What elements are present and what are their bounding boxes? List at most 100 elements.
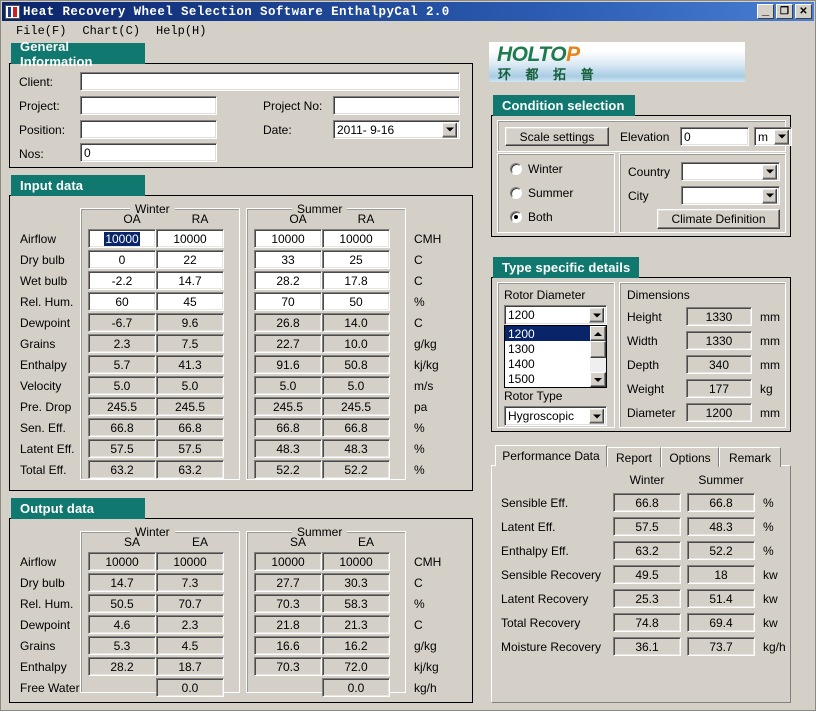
input-cell[interactable]: 25: [322, 250, 390, 269]
dimension-label: Width: [627, 334, 658, 348]
input-cell: 9.6: [156, 313, 224, 332]
output-cell: 14.7: [88, 573, 156, 592]
performance-cell-winter: 74.8: [613, 613, 681, 632]
dimension-value: 1200: [686, 403, 752, 422]
country-select[interactable]: [681, 162, 780, 181]
elevation-unit-select[interactable]: m: [754, 127, 792, 146]
input-cell[interactable]: 60: [88, 292, 156, 311]
radio-winter-label: Winter: [528, 162, 563, 176]
climate-definition-button[interactable]: Climate Definition: [657, 209, 780, 229]
rotor-diameter-option[interactable]: 1200: [505, 326, 590, 341]
menu-item-chart[interactable]: Chart(C): [75, 23, 147, 39]
project-no-input[interactable]: [333, 96, 460, 115]
input-cell: 50.8: [322, 355, 390, 374]
radio-summer[interactable]: Summer: [510, 186, 573, 200]
performance-row-label: Latent Eff.: [501, 520, 556, 534]
scroll-up-button[interactable]: [590, 326, 606, 341]
output-row-label: Rel. Hum.: [20, 597, 74, 611]
nos-label: Nos:: [19, 147, 44, 161]
chevron-down-icon[interactable]: [442, 122, 457, 137]
input-cell[interactable]: 22: [156, 250, 224, 269]
input-col-winter-ra: RA: [191, 212, 209, 226]
menu-item-file[interactable]: File(F): [9, 23, 73, 39]
input-cell[interactable]: 10000: [254, 229, 322, 248]
performance-row-label: Sensible Eff.: [501, 496, 569, 510]
input-row-unit: CMH: [414, 232, 442, 246]
dropdown-scrollbar[interactable]: [590, 326, 606, 387]
performance-cell-winter: 66.8: [613, 493, 681, 512]
performance-col-summer: Summer: [698, 473, 744, 487]
nos-input[interactable]: 0: [80, 143, 217, 162]
elevation-input[interactable]: 0: [680, 127, 749, 146]
output-data-panel: Winter Summer SA EA SA EA Airflow 10000 10…: [9, 518, 473, 703]
chevron-down-icon[interactable]: [762, 164, 777, 179]
input-cell: 66.8: [254, 418, 322, 437]
radio-winter[interactable]: Winter: [510, 162, 563, 176]
close-button[interactable]: ✕: [795, 4, 812, 19]
logo-text-en-accent: P: [566, 43, 580, 66]
chevron-down-icon[interactable]: [589, 408, 604, 424]
performance-row-label: Enthalpy Eff.: [501, 544, 569, 558]
input-cell[interactable]: -2.2: [88, 271, 156, 290]
type-specific-details-panel: Rotor Diameter 1200 1200 1300 1400 1500 Rot…: [491, 277, 791, 432]
rotor-diameter-option[interactable]: 1500: [505, 371, 590, 386]
input-cell[interactable]: 0: [88, 250, 156, 269]
scale-settings-button[interactable]: Scale settings: [505, 127, 609, 146]
performance-cell-winter: 49.5: [613, 565, 681, 584]
date-picker[interactable]: 2011- 9-16: [333, 120, 460, 139]
input-col-winter-oa: OA: [123, 212, 141, 226]
position-input[interactable]: [80, 120, 217, 139]
tab-remark[interactable]: Remark: [719, 447, 781, 467]
output-cell: 72.0: [322, 657, 390, 676]
input-cell[interactable]: 28.2: [254, 271, 322, 290]
input-row-unit: %: [414, 421, 425, 435]
output-cell: 16.2: [322, 636, 390, 655]
performance-row-label: Latent Recovery: [501, 592, 589, 606]
input-cell[interactable]: 45: [156, 292, 224, 311]
city-select[interactable]: [681, 186, 780, 205]
chevron-down-icon[interactable]: [774, 129, 789, 144]
rotor-diameter-select[interactable]: 1200: [504, 305, 607, 325]
output-cell: 10000: [156, 552, 224, 571]
maximize-button[interactable]: ❐: [776, 4, 793, 19]
input-cell[interactable]: 33: [254, 250, 322, 269]
output-row-unit: C: [414, 576, 423, 590]
performance-row-label: Sensible Recovery: [501, 568, 602, 582]
input-cell[interactable]: 70: [254, 292, 322, 311]
input-row-unit: %: [414, 463, 425, 477]
input-row-unit: pa: [414, 400, 428, 414]
radio-both[interactable]: Both: [510, 210, 553, 224]
input-cell[interactable]: 10000: [88, 229, 156, 248]
chevron-down-icon[interactable]: [762, 188, 777, 203]
input-cell: 52.2: [322, 460, 390, 479]
rotor-type-select[interactable]: Hygroscopic: [504, 406, 607, 426]
input-row-unit: m/s: [414, 379, 434, 393]
chevron-down-icon[interactable]: [589, 307, 604, 323]
logo-text-en-main: HOLTO: [497, 43, 567, 66]
input-cell[interactable]: 10000: [322, 229, 390, 248]
client-input[interactable]: [80, 72, 460, 91]
minimize-button[interactable]: _: [757, 3, 774, 19]
input-cell[interactable]: 17.8: [322, 271, 390, 290]
input-col-summer-ra: RA: [357, 212, 375, 226]
tab-report[interactable]: Report: [607, 447, 661, 467]
menu-item-help[interactable]: Help(H): [149, 23, 213, 39]
tab-performance-data[interactable]: Performance Data: [495, 445, 607, 467]
radio-summer-indicator: [510, 187, 522, 199]
scrollbar-thumb[interactable]: [590, 341, 606, 358]
output-row-unit: kj/kg: [414, 660, 439, 674]
project-input[interactable]: [80, 96, 217, 115]
input-cell[interactable]: 10000: [156, 229, 224, 248]
rotor-diameter-dropdown-list[interactable]: 1200 1300 1400 1500: [504, 325, 607, 388]
input-cell[interactable]: 50: [322, 292, 390, 311]
input-cell[interactable]: 14.7: [156, 271, 224, 290]
rotor-diameter-option[interactable]: 1400: [505, 356, 590, 371]
output-row-unit: CMH: [414, 555, 442, 569]
scroll-down-button[interactable]: [590, 372, 606, 387]
output-col-winter-ea: EA: [191, 535, 208, 549]
tab-options[interactable]: Options: [661, 447, 719, 467]
rotor-diameter-option[interactable]: 1300: [505, 341, 590, 356]
performance-cell-winter: 25.3: [613, 589, 681, 608]
input-cell: 63.2: [156, 460, 224, 479]
input-cell: 57.5: [156, 439, 224, 458]
